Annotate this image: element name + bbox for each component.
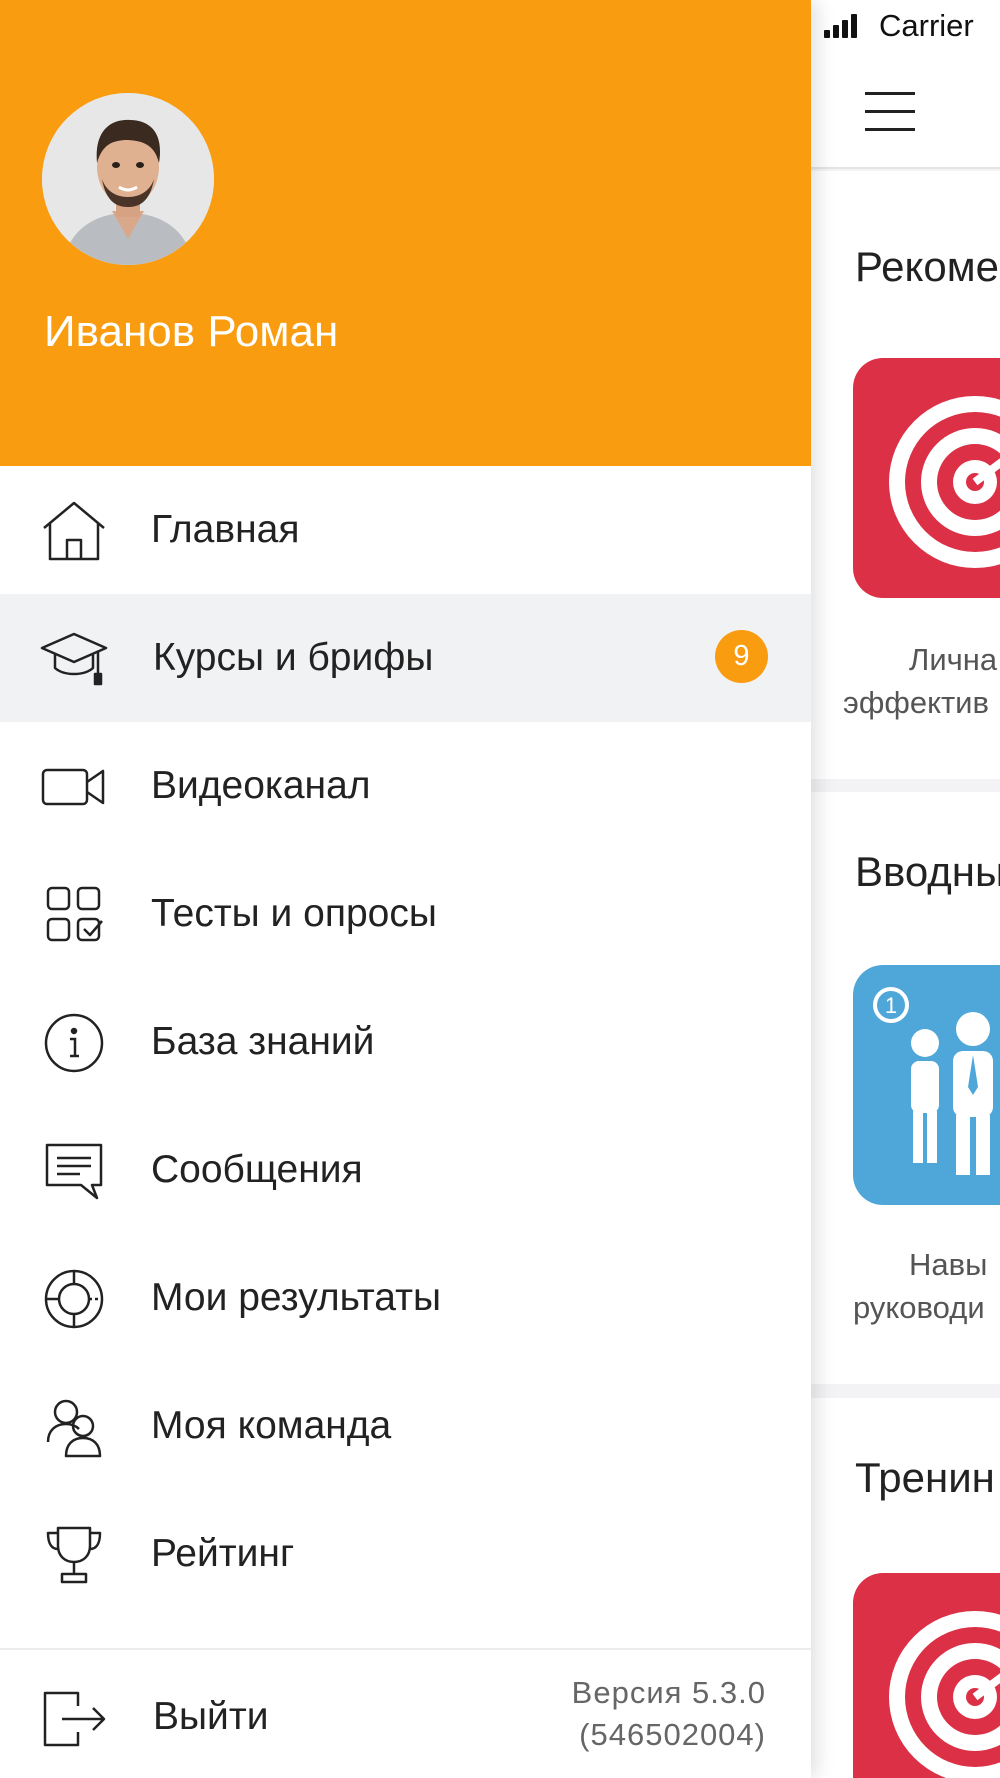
- menu-item-home[interactable]: Главная: [0, 466, 811, 594]
- menu-item-results[interactable]: Мои результаты: [0, 1234, 811, 1362]
- menu-item-label: Тесты и опросы: [151, 892, 437, 935]
- tile-caption-line1: Навы: [909, 1247, 988, 1282]
- trophy-icon: [40, 1524, 108, 1586]
- team-icon: [40, 1396, 108, 1458]
- menu-item-team[interactable]: Моя команда: [0, 1362, 811, 1490]
- drawer-header: Иванов Роман: [0, 0, 811, 466]
- signal-icon: [824, 14, 857, 38]
- section-title: Вводны: [855, 848, 1000, 895]
- menu-item-label: Мои результаты: [151, 1276, 442, 1319]
- people-icon: 1: [873, 987, 993, 1175]
- hamburger-menu-icon[interactable]: [865, 92, 915, 132]
- logout-button[interactable]: Выйти: [153, 1695, 268, 1739]
- carrier-label: Carrier: [879, 8, 974, 43]
- app-version: Версия 5.3.0 (546502004): [572, 1672, 766, 1756]
- intro-section: Вводны 1 Навы руководи: [811, 792, 1000, 1384]
- graduation-cap-icon: [40, 628, 108, 690]
- training-section: Тренин: [811, 1398, 1000, 1778]
- tile-caption-line2: эффектив: [843, 685, 989, 720]
- courses-count-badge: 9: [715, 630, 768, 683]
- course-tile[interactable]: [853, 358, 1000, 598]
- tile-caption-line1: Лична: [909, 642, 998, 677]
- course-tile[interactable]: 1: [853, 965, 1000, 1205]
- video-camera-icon: [40, 756, 108, 818]
- tests-grid-icon: [40, 884, 108, 946]
- course-tile[interactable]: [853, 1573, 1000, 1778]
- target-icon: [889, 396, 1000, 568]
- nav-bar: [811, 56, 1000, 169]
- pie-chart-icon: [40, 1268, 108, 1330]
- info-icon: [40, 1012, 108, 1074]
- recommended-section: Рекоме Лична эффектив: [811, 171, 1000, 779]
- menu-item-tests[interactable]: Тесты и опросы: [0, 850, 811, 978]
- menu-item-courses[interactable]: Курсы и брифы 9: [0, 594, 811, 722]
- navigation-drawer: Иванов Роман Главная Курсы и брифы 9 Вид…: [0, 0, 811, 1778]
- menu-item-label: Сообщения: [151, 1148, 363, 1191]
- version-number: Версия 5.3.0: [571, 1675, 766, 1710]
- section-title: Тренин: [855, 1454, 995, 1501]
- target-icon: [889, 1611, 1000, 1778]
- user-photo: [42, 93, 214, 265]
- menu-item-label: Курсы и брифы: [153, 636, 434, 679]
- tile-caption-line2: руководи: [853, 1290, 985, 1325]
- tile-number: 1: [885, 993, 897, 1018]
- menu-item-rating[interactable]: Рейтинг: [0, 1490, 811, 1618]
- user-name: Иванов Роман: [44, 307, 339, 356]
- drawer-footer: Выйти Версия 5.3.0 (546502004): [0, 1648, 811, 1778]
- menu-item-messages[interactable]: Сообщения: [0, 1106, 811, 1234]
- drawer-menu: Главная Курсы и брифы 9 Видеоканал Тесты…: [0, 466, 811, 1618]
- home-icon: [40, 500, 108, 562]
- menu-item-label: Видеоканал: [151, 764, 371, 807]
- build-number: (546502004): [579, 1717, 766, 1752]
- menu-item-knowledge[interactable]: База знаний: [0, 978, 811, 1106]
- avatar[interactable]: [42, 93, 214, 265]
- logout-icon[interactable]: [42, 1690, 108, 1748]
- menu-item-label: База знаний: [151, 1020, 375, 1063]
- background-app: Carrier Рекоме Лична эффектив Вводны 1 Н…: [811, 0, 1000, 1778]
- menu-item-label: Рейтинг: [151, 1532, 295, 1575]
- status-bar: Carrier: [811, 0, 1000, 56]
- section-title: Рекоме: [855, 243, 999, 290]
- menu-item-video[interactable]: Видеоканал: [0, 722, 811, 850]
- menu-item-label: Моя команда: [151, 1404, 392, 1447]
- message-icon: [40, 1140, 108, 1202]
- menu-item-label: Главная: [151, 508, 300, 551]
